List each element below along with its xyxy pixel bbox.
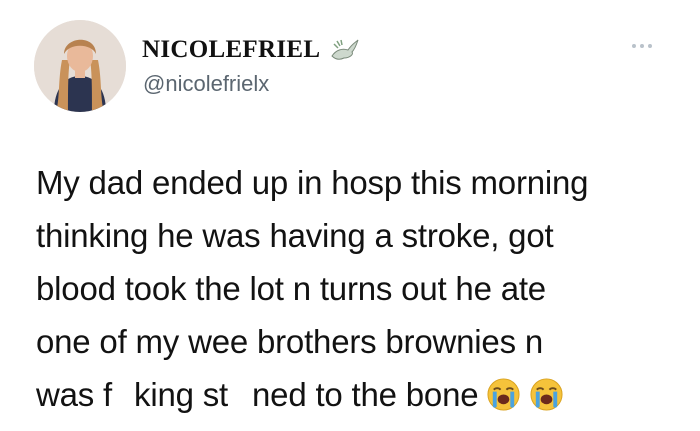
tweet-text-line: blood took the lot n turns out he ate	[36, 270, 546, 307]
more-icon[interactable]	[632, 42, 656, 50]
tweet-text-fragment: king st	[134, 376, 229, 413]
display-name[interactable]: NICOLEFRIEL	[142, 36, 320, 64]
tweet-text: My dad ended up in hosp this morning thi…	[36, 156, 676, 421]
tweet-text-fragment: was f	[36, 376, 113, 413]
tweet-text-line: was f king st ned to the bone	[36, 368, 676, 421]
more-dot	[640, 44, 644, 48]
loudly-crying-face-icon	[529, 377, 564, 412]
tweet-text-line: one of my wee brothers brownies n	[36, 323, 543, 360]
more-dot	[648, 44, 652, 48]
loudly-crying-face-icon	[486, 377, 521, 412]
tweet-text-fragment: ned to the bone	[252, 376, 479, 413]
more-dot	[632, 44, 636, 48]
tweet-card: NICOLEFRIEL @nicolefrielx My dad ended u…	[0, 0, 700, 431]
profile-photo-icon	[34, 20, 126, 112]
avatar[interactable]	[34, 20, 126, 112]
tweet-text-line: My dad ended up in hosp this morning	[36, 164, 589, 201]
tweet-text-line: thinking he was having a stroke, got	[36, 217, 554, 254]
display-name-row: NICOLEFRIEL	[142, 33, 360, 67]
dove-icon	[328, 36, 360, 64]
handle[interactable]: @nicolefrielx	[143, 71, 269, 97]
